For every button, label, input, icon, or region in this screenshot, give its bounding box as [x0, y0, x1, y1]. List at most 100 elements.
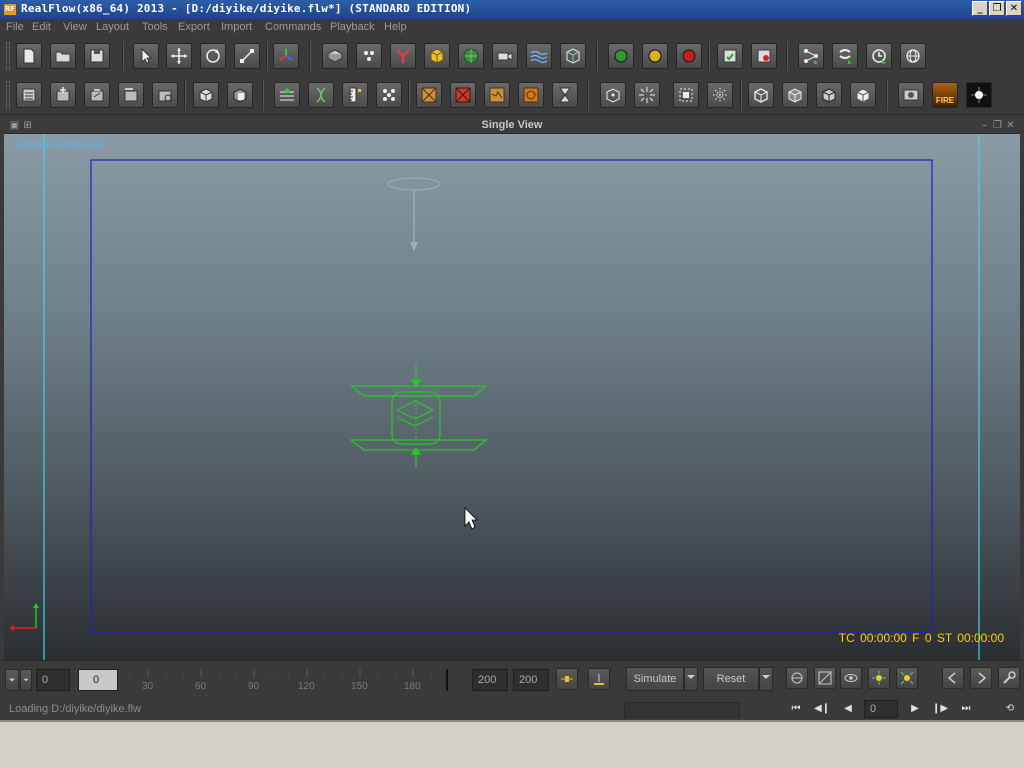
timeline-ruler[interactable]: 30 60 90 120 150 180 [122, 665, 452, 695]
menu-playback[interactable]: Playback [330, 21, 375, 33]
tool-i-button[interactable] [308, 82, 334, 108]
toolbar-grip[interactable] [6, 42, 10, 70]
tool-k-button[interactable] [376, 82, 402, 108]
batch-button[interactable] [798, 43, 824, 69]
save-file-button[interactable] [84, 43, 110, 69]
tool-y-button[interactable] [898, 82, 924, 108]
menu-export[interactable]: Export [178, 21, 210, 33]
tool-m-button[interactable] [450, 82, 476, 108]
add-light-button[interactable] [896, 667, 918, 689]
move-tool-button[interactable] [166, 43, 192, 69]
view-restore-icon[interactable]: ❐ [992, 120, 1003, 131]
tool-f-button[interactable] [193, 82, 219, 108]
close-button[interactable]: ✕ [1006, 1, 1022, 16]
menu-file[interactable]: File [6, 21, 24, 33]
menu-commands[interactable]: Commands [265, 21, 321, 33]
view-minimize-icon[interactable]: – [979, 120, 990, 131]
timeline-dropdown-button[interactable] [20, 669, 32, 691]
tool-b-button[interactable] [50, 82, 76, 108]
menu-help[interactable]: Help [384, 21, 407, 33]
tool-n-button[interactable] [484, 82, 510, 108]
max-frame-field[interactable]: 200 [513, 669, 549, 691]
start-frame-field[interactable]: 0 [36, 669, 70, 691]
step-forward-button[interactable]: ❙▶ [930, 701, 950, 717]
step-back-key-button[interactable] [942, 667, 964, 689]
export-save-button[interactable] [717, 43, 743, 69]
add-object-button[interactable] [322, 43, 348, 69]
reset-dropdown-button[interactable] [759, 667, 773, 691]
tool-l-button[interactable] [416, 82, 442, 108]
tool-t-button[interactable] [707, 82, 733, 108]
settings-button[interactable] [998, 667, 1020, 689]
menu-import[interactable]: Import [221, 21, 252, 33]
sim-yellow-button[interactable] [642, 43, 668, 69]
tool-e-button[interactable] [152, 82, 178, 108]
new-file-button[interactable] [16, 43, 42, 69]
add-grid-button[interactable] [560, 43, 586, 69]
sim-green-button[interactable] [608, 43, 634, 69]
clock-button[interactable] [866, 43, 892, 69]
script-button[interactable] [832, 43, 858, 69]
globe-button[interactable] [900, 43, 926, 69]
menu-tools[interactable]: Tools [142, 21, 168, 33]
tool-j-button[interactable] [342, 82, 368, 108]
tool-a-button[interactable] [16, 82, 42, 108]
add-camera-button[interactable] [492, 43, 518, 69]
go-to-start-button[interactable]: ⏮ [786, 701, 806, 717]
menu-layout[interactable]: Layout [96, 21, 129, 33]
axis-tool-button[interactable] [273, 43, 299, 69]
tool-q-button[interactable] [600, 82, 626, 108]
loop-button[interactable]: ⟲ [1000, 701, 1020, 717]
view-camera-button[interactable] [786, 667, 808, 689]
play-reverse-button[interactable]: ◀ [838, 701, 858, 717]
menu-view[interactable]: View [63, 21, 87, 33]
tool-s-button[interactable] [673, 82, 699, 108]
keyframe-button[interactable] [556, 668, 578, 690]
add-daemon-button[interactable] [390, 43, 416, 69]
bake-button[interactable] [588, 668, 610, 690]
add-wave-button[interactable] [526, 43, 552, 69]
tool-w-button[interactable] [816, 82, 842, 108]
play-button[interactable]: ▶ [905, 701, 925, 717]
end-frame-field[interactable]: 200 [472, 669, 508, 691]
minimize-button[interactable]: _ [972, 1, 988, 16]
step-forward-key-button[interactable] [970, 667, 992, 689]
add-particles-button[interactable] [356, 43, 382, 69]
tool-r-button[interactable] [634, 82, 660, 108]
tool-u-button[interactable] [748, 82, 774, 108]
tool-z-button[interactable] [966, 82, 992, 108]
view-close-icon[interactable]: ✕ [1005, 120, 1016, 131]
tool-x-button[interactable] [850, 82, 876, 108]
view-eye-button[interactable] [840, 667, 862, 689]
select-tool-button[interactable] [133, 43, 159, 69]
scale-tool-button[interactable] [234, 43, 260, 69]
end-marker[interactable] [446, 669, 448, 691]
toolbar-grip[interactable] [6, 81, 10, 109]
simulate-button[interactable]: Simulate [626, 667, 684, 691]
simulate-dropdown-button[interactable] [684, 667, 698, 691]
tool-v-button[interactable] [782, 82, 808, 108]
tool-d-button[interactable] [118, 82, 144, 108]
rotate-tool-button[interactable] [200, 43, 226, 69]
frame-input[interactable]: 0 [864, 700, 898, 718]
open-file-button[interactable] [50, 43, 76, 69]
tool-p-button[interactable] [552, 82, 578, 108]
view-graph-button[interactable] [814, 667, 836, 689]
fire-button[interactable]: FIRE [932, 82, 958, 108]
menu-edit[interactable]: Edit [32, 21, 51, 33]
tool-g-button[interactable] [227, 82, 253, 108]
step-back-button[interactable]: ◀❙ [812, 701, 832, 717]
sim-red-button[interactable] [676, 43, 702, 69]
export-red-button[interactable] [751, 43, 777, 69]
reset-button[interactable]: Reset [703, 667, 759, 691]
tool-c-button[interactable] [84, 82, 110, 108]
tool-h-button[interactable] [274, 82, 300, 108]
scene-viewport[interactable]: SceneCamera01 TC 00:00:00 F 0 ST 00:00:0… [4, 134, 1020, 660]
timeline-options-button[interactable] [5, 669, 19, 691]
add-sun-button[interactable] [868, 667, 890, 689]
add-mesh-button[interactable] [458, 43, 484, 69]
tool-o-button[interactable] [518, 82, 544, 108]
add-rigid-button[interactable] [424, 43, 450, 69]
maximize-button[interactable]: ❐ [989, 1, 1005, 16]
go-to-end-button[interactable]: ⏭ [956, 701, 976, 717]
